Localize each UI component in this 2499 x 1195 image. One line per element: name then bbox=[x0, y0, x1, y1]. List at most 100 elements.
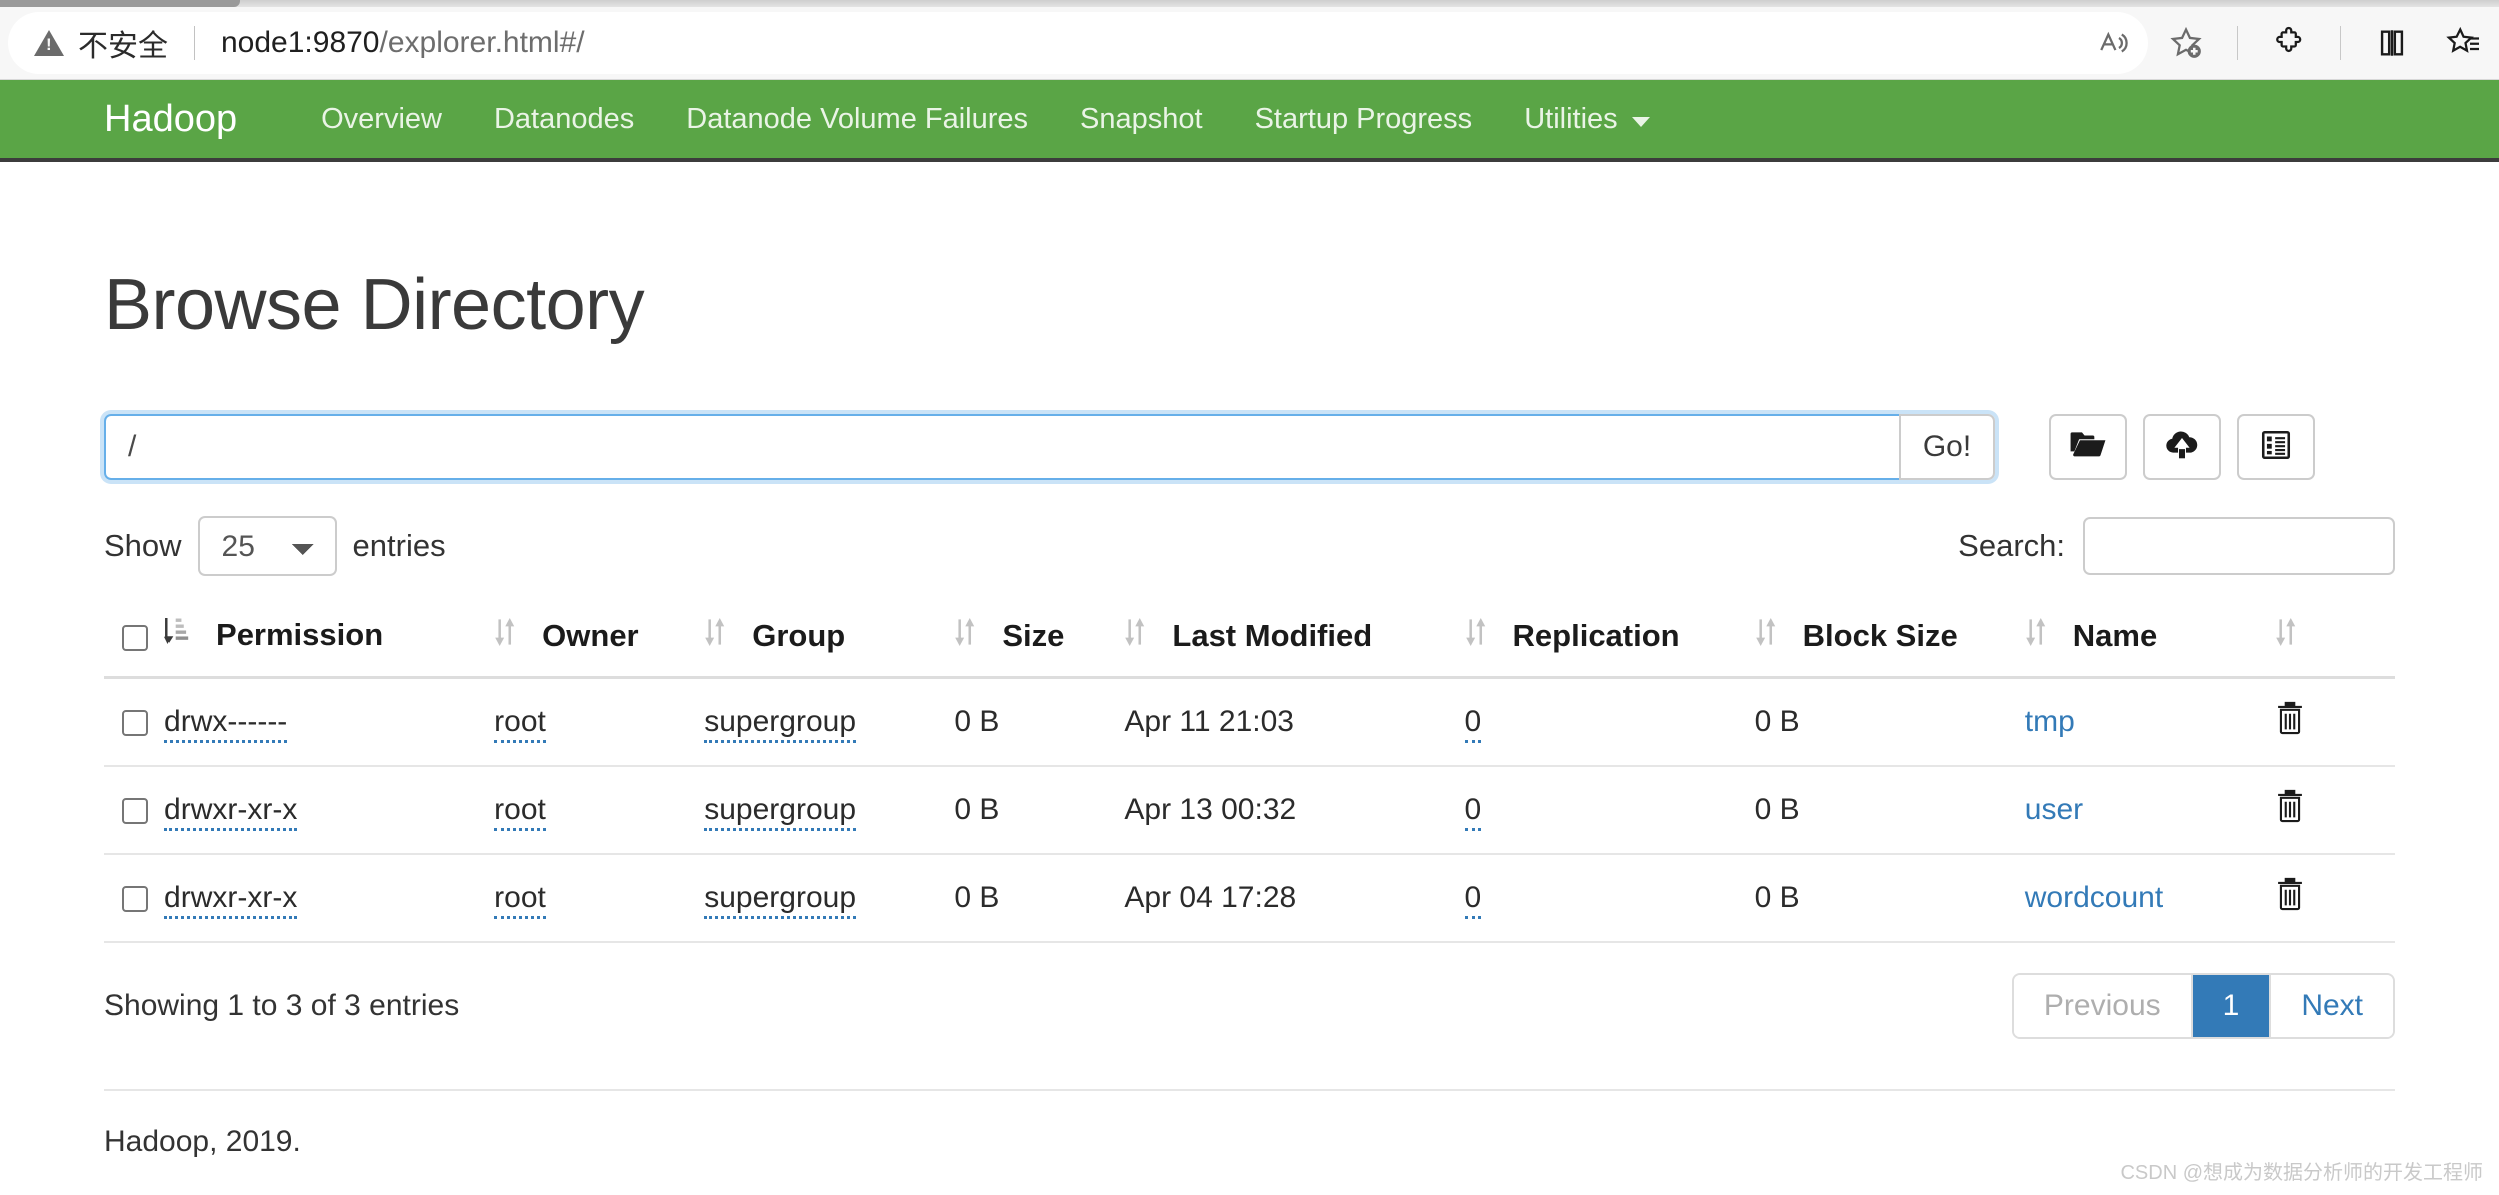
trash-icon[interactable] bbox=[2275, 701, 2305, 742]
group-cell: supergroup bbox=[704, 854, 955, 943]
select-all-checkbox[interactable] bbox=[122, 624, 148, 651]
table-row: drwxr-xr-x root supergroup 0 B Apr 04 17… bbox=[104, 854, 2395, 943]
split-screen-icon[interactable] bbox=[2361, 12, 2423, 74]
permission-editable[interactable]: drwxr-xr-x bbox=[164, 793, 298, 831]
datatable-footer: Showing 1 to 3 of 3 entries Previous 1 N… bbox=[104, 973, 2395, 1039]
path-input[interactable] bbox=[104, 414, 1899, 480]
pagination-page-1[interactable]: 1 bbox=[2192, 975, 2272, 1037]
nav-item-utilities[interactable]: Utilities bbox=[1498, 103, 1675, 136]
upload-files-button[interactable] bbox=[2143, 414, 2221, 480]
pagination-previous[interactable]: Previous bbox=[2013, 975, 2193, 1037]
collections-icon[interactable] bbox=[2433, 12, 2495, 74]
owner-editable[interactable]: root bbox=[494, 793, 546, 831]
sort-amount-down-icon bbox=[164, 616, 190, 654]
column-header-actions[interactable] bbox=[2274, 598, 2395, 679]
sort-both-icon bbox=[1465, 618, 1487, 654]
nav-item-label: Startup Progress bbox=[1254, 102, 1473, 135]
permission-cell: drwxr-xr-x bbox=[164, 766, 495, 855]
nav-item-startup-progress[interactable]: Startup Progress bbox=[1229, 103, 1499, 136]
owner-cell: root bbox=[494, 854, 705, 943]
address-bar[interactable]: 不安全 node1:9870/explorer.html#/ bbox=[8, 12, 2148, 74]
last-modified-cell: Apr 13 00:32 bbox=[1124, 766, 1465, 855]
column-header-label: Permission bbox=[216, 617, 384, 652]
clipboard-list-icon bbox=[2259, 428, 2293, 467]
directory-link[interactable]: tmp bbox=[2025, 705, 2075, 738]
replication-editable[interactable]: 0 bbox=[1464, 705, 1482, 743]
row-select-cell bbox=[104, 677, 165, 767]
block-size-cell: 0 B bbox=[1754, 854, 2025, 943]
row-checkbox[interactable] bbox=[122, 886, 148, 913]
column-header-owner[interactable]: Owner bbox=[494, 598, 705, 679]
entries-label: entries bbox=[352, 528, 446, 563]
directory-listing-table: Permission Owner Group Size Last Modifie… bbox=[104, 598, 2395, 943]
nav-item-datanodes[interactable]: Datanodes bbox=[468, 103, 660, 136]
permission-editable[interactable]: drwxr-xr-x bbox=[164, 881, 298, 919]
group-editable[interactable]: supergroup bbox=[704, 705, 857, 743]
actions-cell bbox=[2274, 766, 2395, 855]
add-favorite-icon[interactable] bbox=[2155, 12, 2217, 74]
pagination: Previous 1 Next bbox=[2011, 973, 2395, 1039]
column-header-permission[interactable]: Permission bbox=[164, 598, 495, 679]
table-body: drwx------ root supergroup 0 B Apr 11 21… bbox=[104, 677, 2395, 943]
toolbar-divider-2 bbox=[2340, 26, 2341, 60]
url-host: node1:9870 bbox=[221, 26, 380, 59]
nav-item-overview[interactable]: Overview bbox=[295, 103, 468, 136]
nav-item-snapshot[interactable]: Snapshot bbox=[1054, 103, 1229, 136]
search-input[interactable] bbox=[2083, 517, 2395, 575]
directory-link[interactable]: wordcount bbox=[2025, 881, 2163, 914]
last-modified-cell: Apr 04 17:28 bbox=[1124, 854, 1465, 943]
url-path: /explorer.html#/ bbox=[379, 26, 585, 59]
nav-item-datanode-volume-failures[interactable]: Datanode Volume Failures bbox=[660, 103, 1054, 136]
go-button[interactable]: Go! bbox=[1899, 414, 1995, 480]
column-header-label: Size bbox=[1002, 618, 1065, 653]
show-label: Show bbox=[104, 528, 182, 563]
owner-editable[interactable]: root bbox=[494, 705, 546, 743]
size-cell: 0 B bbox=[954, 766, 1125, 855]
browser-tab[interactable] bbox=[0, 0, 240, 7]
column-header-group[interactable]: Group bbox=[704, 598, 955, 679]
create-directory-button[interactable] bbox=[2049, 414, 2127, 480]
row-checkbox[interactable] bbox=[122, 798, 148, 825]
trash-icon[interactable] bbox=[2275, 877, 2305, 918]
column-header-block-size[interactable]: Block Size bbox=[1754, 598, 2025, 679]
owner-cell: root bbox=[494, 677, 705, 767]
site-security-indicator[interactable]: 不安全 bbox=[34, 21, 168, 65]
last-modified-cell: Apr 11 21:03 bbox=[1124, 677, 1465, 767]
nav-item-label: Overview bbox=[321, 102, 442, 135]
toolbar-divider-1 bbox=[2237, 26, 2238, 60]
pagination-next[interactable]: Next bbox=[2271, 975, 2393, 1037]
column-header-label: Group bbox=[752, 618, 846, 653]
browser-toolbar-actions bbox=[2083, 12, 2495, 74]
sort-both-icon bbox=[704, 618, 726, 654]
group-editable[interactable]: supergroup bbox=[704, 793, 857, 831]
nav-item-label: Snapshot bbox=[1080, 102, 1203, 135]
column-header-name[interactable]: Name bbox=[2024, 598, 2275, 679]
owner-editable[interactable]: root bbox=[494, 881, 546, 919]
name-cell: wordcount bbox=[2024, 854, 2275, 943]
trash-icon[interactable] bbox=[2275, 789, 2305, 830]
hadoop-navbar: Hadoop Overview Datanodes Datanode Volum… bbox=[0, 80, 2499, 162]
group-editable[interactable]: supergroup bbox=[704, 881, 857, 919]
cut-paste-button[interactable] bbox=[2237, 414, 2315, 480]
column-header-last-modified[interactable]: Last Modified bbox=[1124, 598, 1465, 679]
column-header-label: Block Size bbox=[1802, 618, 1958, 653]
column-header-size[interactable]: Size bbox=[954, 598, 1125, 679]
navbar-brand[interactable]: Hadoop bbox=[104, 98, 237, 141]
size-cell: 0 B bbox=[954, 854, 1125, 943]
replication-cell: 0 bbox=[1464, 677, 1755, 767]
name-cell: tmp bbox=[2024, 677, 2275, 767]
chevron-down-icon bbox=[1631, 116, 1650, 127]
actions-cell bbox=[2274, 854, 2395, 943]
replication-editable[interactable]: 0 bbox=[1464, 881, 1482, 919]
row-checkbox[interactable] bbox=[122, 710, 148, 737]
name-cell: user bbox=[2024, 766, 2275, 855]
directory-link[interactable]: user bbox=[2025, 793, 2083, 826]
extensions-icon[interactable] bbox=[2258, 12, 2320, 74]
nav-item-label: Datanodes bbox=[493, 102, 635, 135]
replication-editable[interactable]: 0 bbox=[1464, 793, 1482, 831]
read-aloud-icon[interactable] bbox=[2083, 12, 2145, 74]
permission-editable[interactable]: drwx------ bbox=[164, 705, 288, 743]
page-length-select[interactable]: 25 50 100 bbox=[197, 516, 337, 576]
column-header-replication[interactable]: Replication bbox=[1464, 598, 1755, 679]
block-size-cell: 0 B bbox=[1754, 766, 2025, 855]
